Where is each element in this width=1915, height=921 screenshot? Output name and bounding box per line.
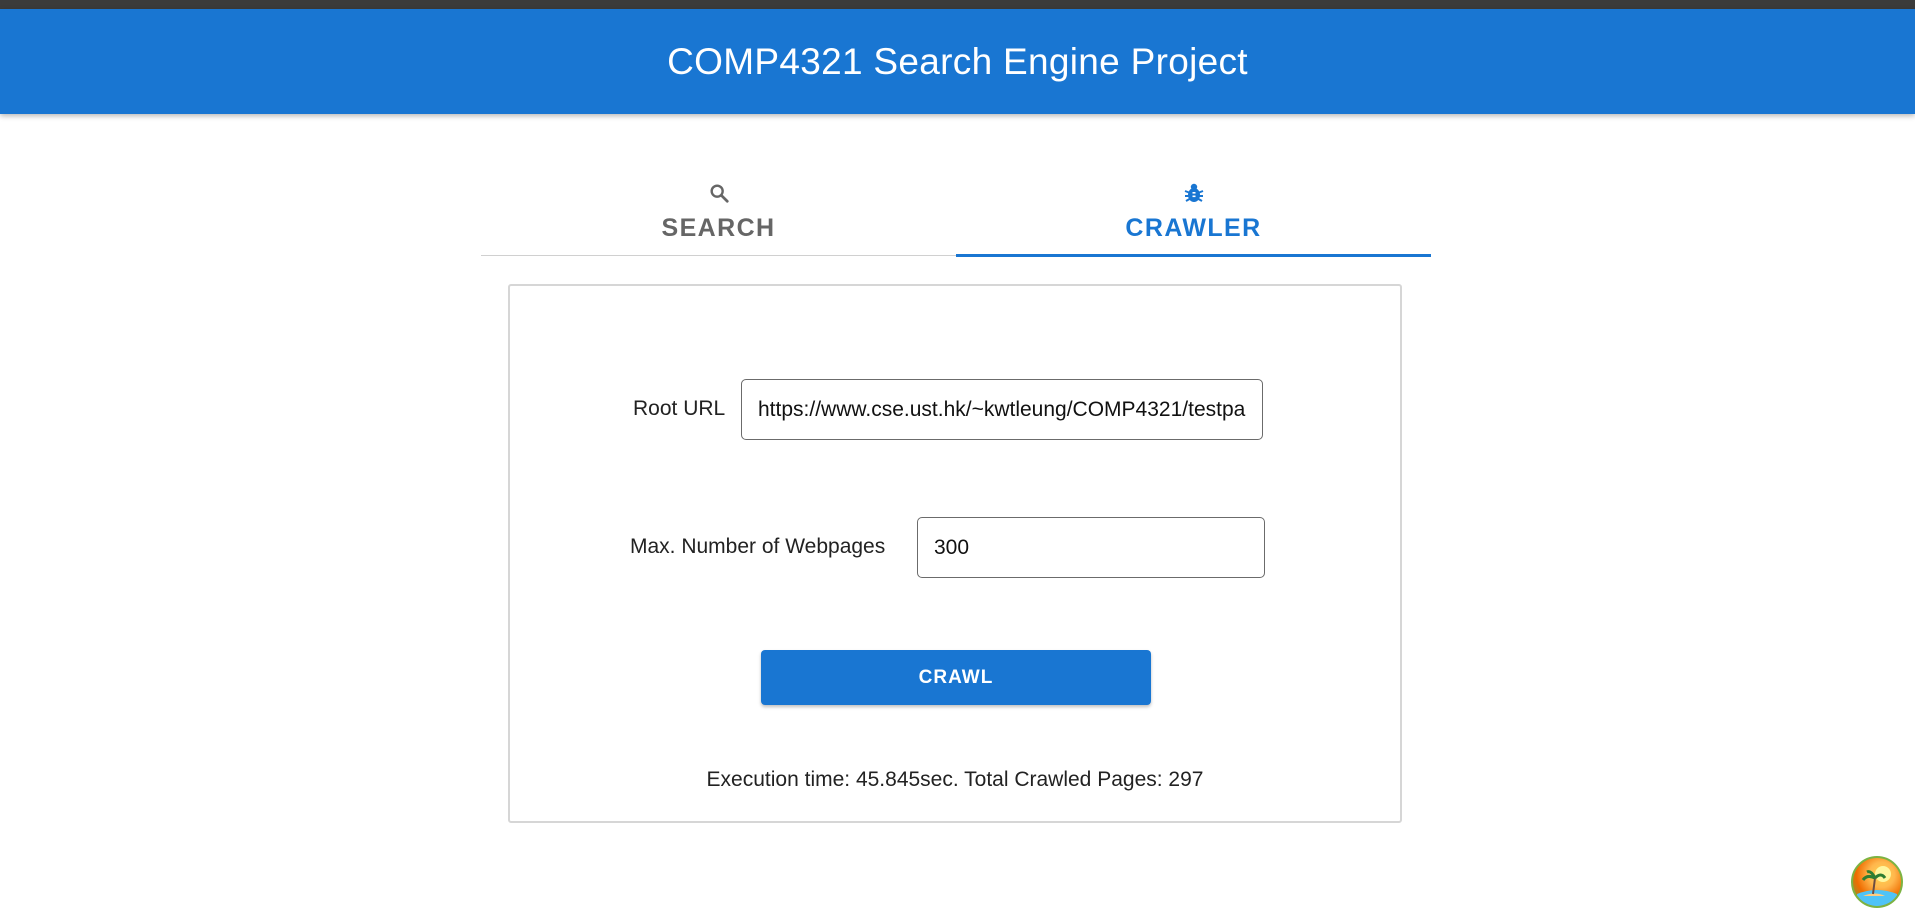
palm-island-icon[interactable] — [1851, 856, 1903, 908]
crawl-button[interactable]: CRAWL — [761, 650, 1151, 705]
tab-search[interactable]: SEARCH — [481, 170, 956, 255]
max-pages-input[interactable] — [917, 517, 1265, 578]
tab-search-label: SEARCH — [661, 214, 776, 242]
root-url-input[interactable] — [741, 379, 1263, 440]
max-pages-label: Max. Number of Webpages — [630, 535, 886, 558]
bug-icon — [1182, 180, 1206, 206]
crawl-status-text: Execution time: 45.845sec. Total Crawled… — [706, 768, 1204, 791]
tab-crawler[interactable]: CRAWLER — [956, 170, 1431, 257]
app-title: COMP4321 Search Engine Project — [667, 40, 1248, 82]
browser-top-strip — [0, 0, 1915, 9]
search-icon — [708, 180, 730, 206]
root-url-label: Root URL — [633, 397, 726, 420]
tab-crawler-label: CRAWLER — [1125, 214, 1262, 242]
tab-bar: SEARCH CRAWLER — [481, 170, 1431, 257]
app-bar: COMP4321 Search Engine Project — [0, 9, 1915, 114]
